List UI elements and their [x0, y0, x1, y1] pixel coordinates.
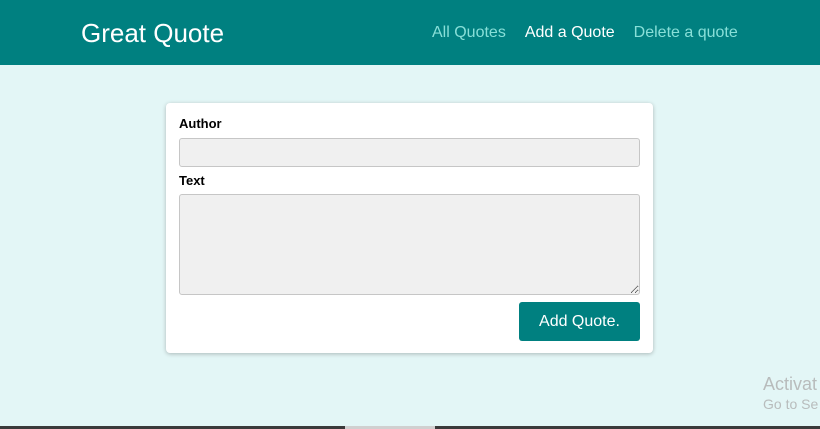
main-nav: All Quotes Add a Quote Delete a quote [432, 22, 738, 44]
nav-add-quote-link[interactable]: Add a Quote [525, 22, 615, 44]
activate-windows-watermark: Activat Go to Se [763, 373, 818, 413]
quote-text-area[interactable] [179, 194, 640, 295]
watermark-line-1: Activat [763, 374, 818, 394]
top-navbar: Great Quote All Quotes Add a Quote Delet… [0, 0, 820, 65]
nav-delete-quote-link[interactable]: Delete a quote [634, 22, 738, 44]
watermark-line-2: Go to Se [763, 396, 819, 412]
nav-all-quotes-link[interactable]: All Quotes [432, 22, 506, 44]
add-quote-button[interactable]: Add Quote. [519, 302, 640, 341]
app-title[interactable]: Great Quote [81, 17, 224, 49]
add-quote-form: Author Text Add Quote. [166, 103, 653, 353]
author-input[interactable] [179, 138, 640, 167]
text-label: Text [179, 173, 205, 188]
author-label: Author [179, 116, 222, 131]
